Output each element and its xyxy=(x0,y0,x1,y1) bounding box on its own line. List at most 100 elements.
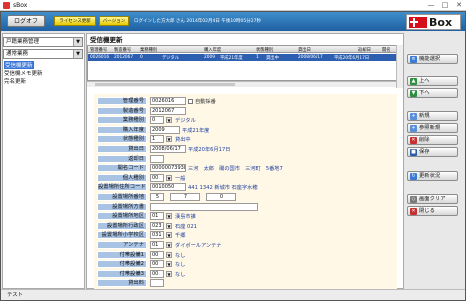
sidebar-item-name-update[interactable]: 完名更新 xyxy=(4,77,26,85)
form-field-description: 三河 太郎 磯の国市 三河町 5番地7 xyxy=(188,166,283,173)
version-button[interactable]: バージョン xyxy=(99,16,129,26)
form-field[interactable]: 2012067 xyxy=(150,106,186,115)
logout-button[interactable]: ログオフ xyxy=(7,15,45,27)
function-select-label: 機能選択 xyxy=(419,56,441,62)
form-label: 設置場所行政区 xyxy=(97,221,147,230)
update-status-button[interactable]: ↻ 更新状況 xyxy=(407,171,458,181)
grid-horizontal-scrollbar[interactable] xyxy=(87,81,396,87)
form-field[interactable]: 0 xyxy=(206,193,236,201)
form-field-description: 441 1342 新城市 石座字水穂 xyxy=(188,185,258,192)
chevron-down-icon[interactable]: ▼ xyxy=(73,38,82,46)
form-field[interactable] xyxy=(150,202,258,211)
scrollbar-thumb[interactable] xyxy=(95,83,235,86)
status-bar: テスト xyxy=(1,289,465,300)
system-select-value: 戸籍業務管理 xyxy=(6,39,40,45)
close-button[interactable]: ✕ 閉じる xyxy=(407,206,458,216)
auto-number-checkbox[interactable] xyxy=(188,98,193,104)
reference-new-button[interactable]: + 参照新規 xyxy=(407,123,458,133)
form-field[interactable]: 0 xyxy=(150,116,164,125)
form-label: 付帯設備3 xyxy=(97,269,147,278)
grid-header: 管理番号 製造番号 業務種別 購入年度 状態種別 貸出日 返却日 開名 xyxy=(88,46,396,53)
form-field[interactable]: 00 xyxy=(150,250,164,259)
move-up-button[interactable]: ▲ 上へ xyxy=(407,76,458,86)
form-label: 貸出料 xyxy=(97,279,147,288)
form-label: 業務種別 xyxy=(97,116,147,125)
close-window-button[interactable]: ✕ xyxy=(454,1,464,10)
minimize-button[interactable]: — xyxy=(426,1,436,10)
chevron-down-icon[interactable]: ▼ xyxy=(166,213,172,220)
form-field-description: デジタル xyxy=(175,118,196,125)
form-field[interactable]: 00 xyxy=(150,173,164,182)
logo-text: Box xyxy=(429,16,453,29)
form-field[interactable] xyxy=(150,154,164,163)
group-select[interactable]: 通常業務 ▼ xyxy=(3,49,83,59)
chevron-down-icon[interactable]: ▼ xyxy=(166,222,172,229)
move-down-button[interactable]: ▼ 下へ xyxy=(407,88,458,98)
form-field-description: 平成21年度 xyxy=(182,127,210,134)
grid-cell: 1 xyxy=(256,55,259,60)
move-up-label: 上へ xyxy=(419,78,430,84)
cross-logo-icon xyxy=(409,17,427,28)
close-label: 閉じる xyxy=(419,208,435,214)
grid-header-cell[interactable]: 購入年度 xyxy=(204,47,221,53)
refresh-icon: ↻ xyxy=(410,173,417,180)
grid-cell: 0026016 xyxy=(90,55,110,60)
chevron-down-icon[interactable]: ▼ xyxy=(166,232,172,239)
screen-clear-button[interactable]: ◇ 画面クリア xyxy=(407,194,458,204)
chevron-down-icon[interactable]: ▼ xyxy=(166,117,172,124)
grid-header-cell[interactable]: 状態種別 xyxy=(256,47,273,53)
form-field[interactable]: 00 xyxy=(150,260,164,269)
grid-header-cell[interactable]: 返却日 xyxy=(358,47,371,53)
form-field[interactable]: 01 xyxy=(150,212,164,221)
maximize-button[interactable]: □ xyxy=(440,1,450,10)
sidebar-item-receiver-memo-update[interactable]: 受信機メモ更新 xyxy=(4,69,43,77)
grid-header-cell[interactable]: 業務種別 xyxy=(140,47,157,53)
grid-header-cell[interactable]: 貸出日 xyxy=(298,47,311,53)
form-field-description: なし xyxy=(175,252,186,259)
form-field[interactable]: 2008/06/17 xyxy=(150,145,186,153)
grid-cell: 貸出中 xyxy=(266,56,279,61)
chevron-down-icon[interactable]: ▼ xyxy=(166,270,172,277)
form-field[interactable]: 00000073938 xyxy=(150,164,186,173)
chevron-down-icon[interactable]: ▼ xyxy=(166,174,172,181)
form-field[interactable]: 031 xyxy=(150,231,164,240)
form-label: アンテナ xyxy=(97,241,147,249)
license-update-button[interactable]: ライセンス更新 xyxy=(54,16,96,26)
grid-header-cell[interactable]: 製造番号 xyxy=(114,47,131,53)
form-field[interactable]: 023 xyxy=(150,221,164,230)
form-field[interactable]: 00 xyxy=(150,269,164,278)
system-select[interactable]: 戸籍業務管理 ▼ xyxy=(3,37,83,47)
form-field[interactable]: 5 xyxy=(150,193,164,201)
screen-clear-label: 画面クリア xyxy=(419,196,446,202)
reference-new-label: 参照新規 xyxy=(419,125,441,131)
save-label: 保存 xyxy=(419,149,430,155)
form-field[interactable]: 01 xyxy=(150,241,164,249)
form-field[interactable]: 0026016 xyxy=(150,97,186,105)
new-document-icon: + xyxy=(410,113,417,120)
chevron-down-icon[interactable]: ▼ xyxy=(166,242,172,248)
clear-icon: ◇ xyxy=(410,196,417,203)
form-field[interactable]: 0010050 xyxy=(150,183,186,192)
grid-vertical-scrollbar[interactable] xyxy=(396,45,403,88)
function-select-button[interactable]: ≡ 機能選択 xyxy=(407,54,458,64)
form-label: 個人種別 xyxy=(97,173,147,182)
save-button[interactable]: ■ 保存 xyxy=(407,147,458,157)
chevron-down-icon[interactable]: ▼ xyxy=(166,136,172,143)
form-field-description: ダイポールアンテナ xyxy=(175,243,222,249)
form-field[interactable]: 7 xyxy=(170,193,200,201)
table-row[interactable]: 0026016 2012067 0 デジタル 2009 平成21年度 1 貸出中… xyxy=(88,54,396,61)
chevron-down-icon[interactable]: ▼ xyxy=(166,251,172,258)
form-field[interactable] xyxy=(150,279,164,288)
chevron-down-icon[interactable]: ▼ xyxy=(73,50,82,58)
chevron-down-icon[interactable]: ▼ xyxy=(166,261,172,268)
delete-button[interactable]: ✕ 削除 xyxy=(407,135,458,145)
new-button[interactable]: + 新規 xyxy=(407,111,458,121)
grid-header-cell[interactable]: 開名 xyxy=(382,47,391,53)
form-field[interactable]: 2009 xyxy=(150,125,180,134)
move-down-label: 下へ xyxy=(419,90,430,96)
form-label: 設置場所方書 xyxy=(97,202,147,211)
grid-header-cell[interactable]: 管理番号 xyxy=(90,47,107,53)
sidebar-item-receiver-update[interactable]: 受信機更新 xyxy=(4,61,34,69)
form-field[interactable]: 1 xyxy=(150,135,164,144)
action-panel xyxy=(405,33,464,289)
